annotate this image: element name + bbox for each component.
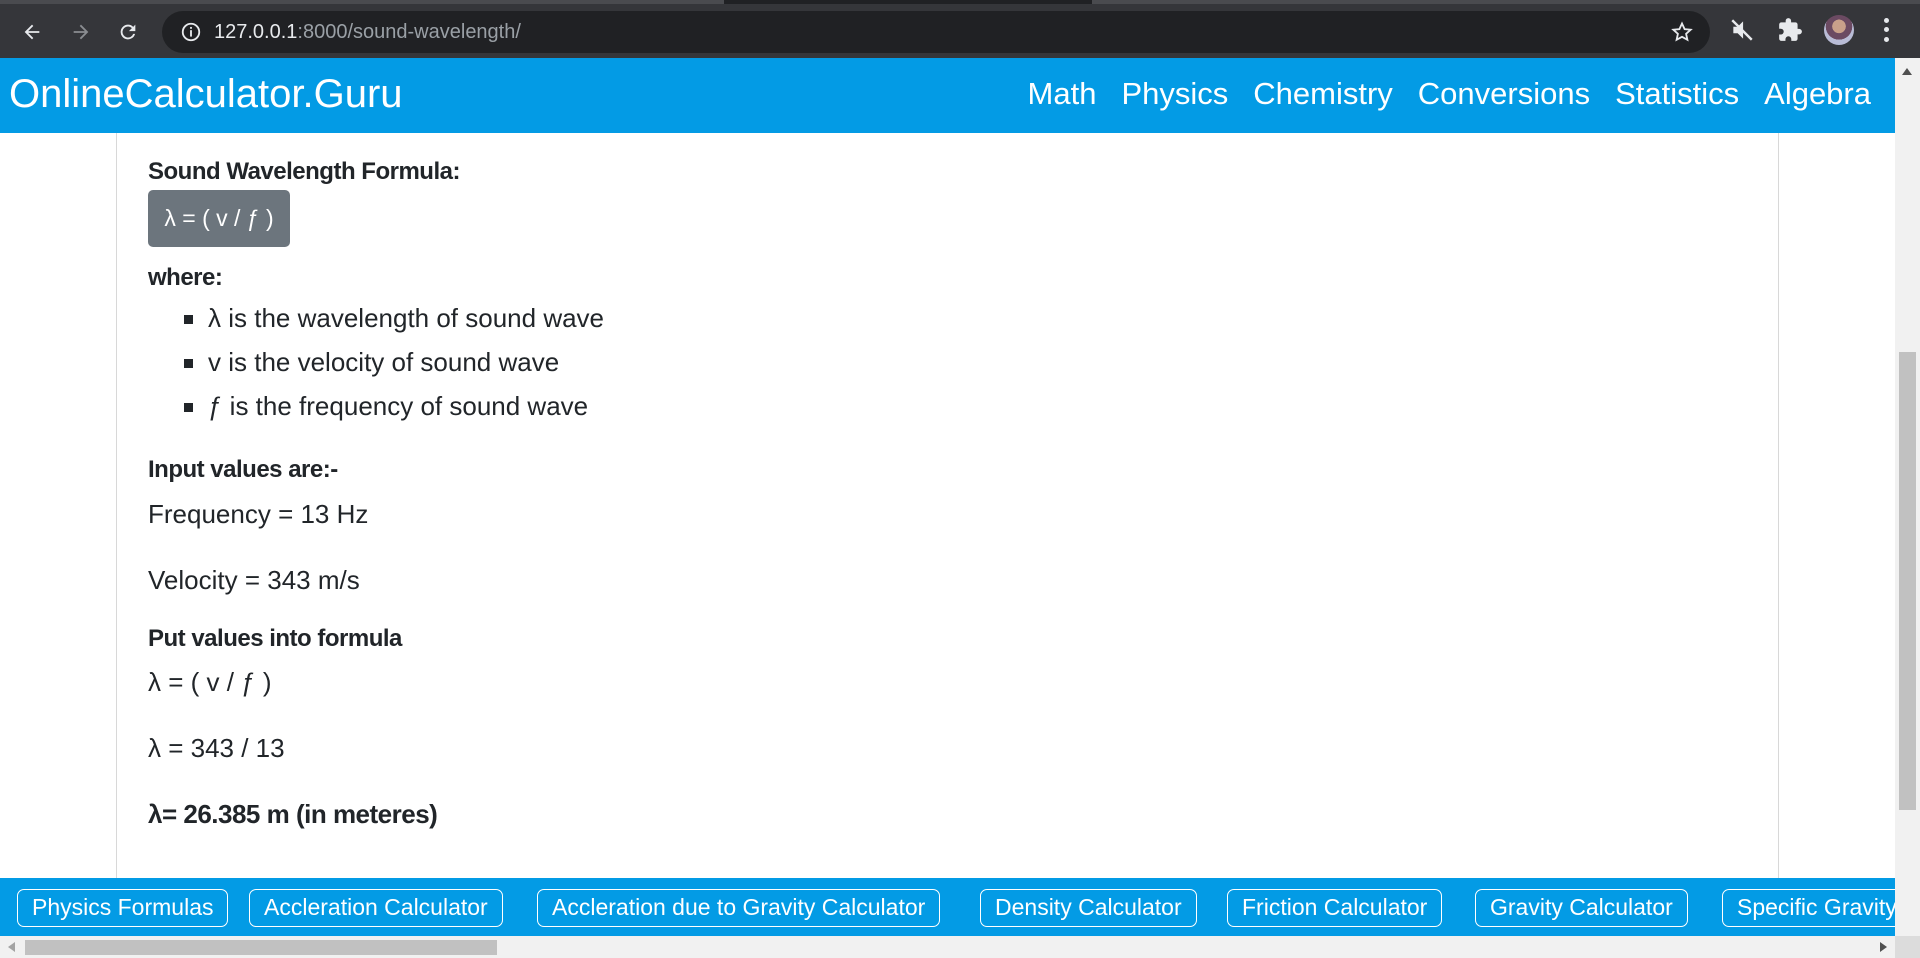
scrollbar-corner: [1895, 936, 1920, 958]
site-header: OnlineCalculator.Guru Math Physics Chemi…: [0, 58, 1895, 133]
list-item: λ is the wavelength of sound wave: [182, 296, 604, 340]
mute-icon[interactable]: [1728, 16, 1756, 44]
url-text: 127.0.0.1:8000/sound-wavelength/: [214, 21, 521, 43]
link-acceleration-gravity-calculator[interactable]: Accleration due to Gravity Calculator: [537, 889, 941, 927]
put-values-heading: Put values into formula: [148, 625, 402, 652]
definition-list: λ is the wavelength of sound wave v is t…: [182, 296, 604, 428]
extensions-puzzle-icon[interactable]: [1776, 16, 1804, 44]
formula-step-1: λ = ( v / ƒ ): [148, 667, 272, 697]
scroll-left-icon[interactable]: [8, 942, 15, 952]
forward-button[interactable]: [63, 14, 99, 50]
horizontal-scrollbar[interactable]: [0, 936, 1895, 958]
link-acceleration-calculator[interactable]: Accleration Calculator: [249, 889, 503, 927]
main-nav: Math Physics Chemistry Conversions Stati…: [1003, 76, 1871, 112]
tab[interactable]: [1092, 0, 1920, 4]
browser-menu-icon[interactable]: [1876, 16, 1896, 44]
related-links-bar: Physics Formulas Accleration Calculator …: [0, 878, 1895, 936]
nav-statistics[interactable]: Statistics: [1615, 76, 1739, 112]
reload-button[interactable]: [110, 14, 146, 50]
frequency-value: Frequency = 13 Hz: [148, 499, 369, 529]
info-icon[interactable]: [180, 21, 202, 43]
arrow-left-icon: [24, 24, 40, 40]
reload-icon: [120, 24, 136, 40]
formula-badge: λ = ( v / ƒ ): [148, 190, 290, 247]
profile-avatar[interactable]: [1824, 15, 1854, 45]
link-density-calculator[interactable]: Density Calculator: [980, 889, 1197, 927]
vertical-scroll-thumb[interactable]: [1899, 352, 1916, 810]
result-value: λ= 26.385 m (in meteres): [148, 799, 438, 829]
formula-step-2: λ = 343 / 13: [148, 733, 285, 763]
input-heading: Input values are:-: [148, 456, 338, 483]
link-physics-formulas[interactable]: Physics Formulas: [17, 889, 229, 927]
site-logo[interactable]: OnlineCalculator.Guru: [9, 72, 403, 117]
scroll-right-icon[interactable]: [1880, 942, 1887, 952]
nav-chemistry[interactable]: Chemistry: [1253, 76, 1393, 112]
back-button[interactable]: [14, 14, 50, 50]
scroll-up-icon[interactable]: [1902, 68, 1912, 75]
list-item: ƒ is the frequency of sound wave: [182, 384, 604, 428]
velocity-value: Velocity = 343 m/s: [148, 565, 360, 595]
horizontal-scroll-thumb[interactable]: [25, 940, 497, 955]
tab-strip: [0, 0, 1920, 4]
bookmark-star-icon[interactable]: [1670, 20, 1694, 44]
browser-toolbar: 127.0.0.1:8000/sound-wavelength/: [0, 0, 1920, 58]
nav-algebra[interactable]: Algebra: [1764, 76, 1871, 112]
nav-physics[interactable]: Physics: [1121, 76, 1228, 112]
link-gravity-calculator[interactable]: Gravity Calculator: [1475, 889, 1688, 927]
address-bar[interactable]: 127.0.0.1:8000/sound-wavelength/: [162, 11, 1710, 53]
nav-math[interactable]: Math: [1028, 76, 1097, 112]
link-specific-gravity[interactable]: Specific Gravity: [1722, 889, 1895, 927]
arrow-right-icon: [73, 24, 89, 40]
nav-conversions[interactable]: Conversions: [1418, 76, 1590, 112]
formula-heading: Sound Wavelength Formula:: [148, 158, 460, 185]
link-friction-calculator[interactable]: Friction Calculator: [1227, 889, 1443, 927]
where-label: where:: [148, 264, 223, 291]
list-item: v is the velocity of sound wave: [182, 340, 604, 384]
vertical-scrollbar[interactable]: [1895, 58, 1920, 958]
tab[interactable]: [0, 0, 724, 4]
